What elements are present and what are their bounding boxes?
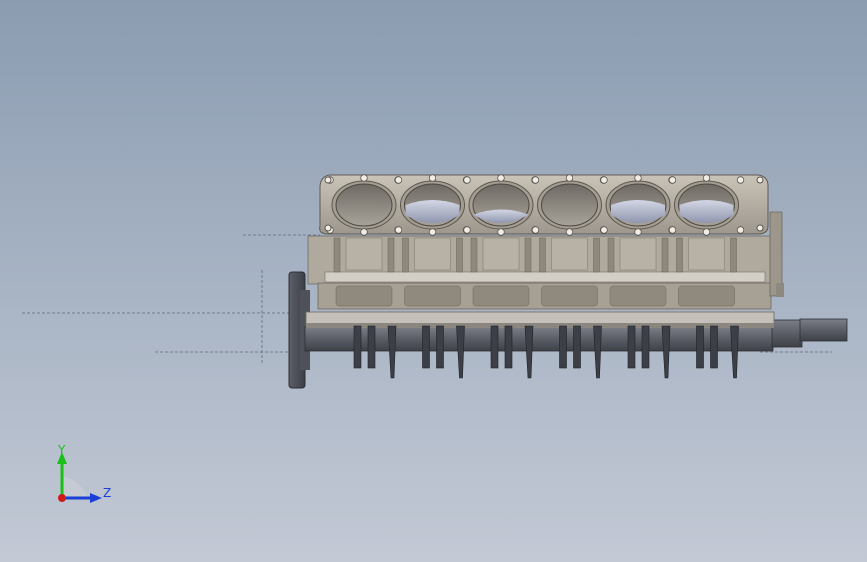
bolt-hole [497, 228, 505, 236]
bolt-hole [668, 226, 677, 234]
counterweight [730, 325, 739, 379]
cylinder-wall [688, 237, 725, 271]
bolt-hole [428, 174, 437, 182]
x-axis-icon [58, 494, 66, 502]
xy-plane-icon [62, 476, 88, 500]
crankcase-bay [335, 285, 393, 307]
bolt-hole [360, 174, 368, 182]
block-rib [470, 237, 478, 273]
bolt-hole [756, 176, 764, 184]
cylinder-wall [414, 237, 451, 271]
bolt-hole [531, 176, 540, 184]
block-rib [607, 237, 615, 273]
bolt-hole [634, 228, 642, 236]
orientation-triad: Y Z [57, 443, 111, 503]
y-axis-label: Y [57, 443, 66, 457]
z-axis-label: Z [103, 486, 111, 500]
crankcase-bay [541, 285, 598, 307]
engine-block-model[interactable] [0, 0, 867, 562]
block-rib [402, 237, 409, 273]
rod-web [710, 325, 718, 369]
block-rib [387, 237, 395, 273]
bolt-hole [463, 176, 471, 184]
bolt-hole [736, 176, 745, 184]
cylinder-wall [551, 237, 588, 271]
block-rib [539, 237, 546, 273]
bolt-hole [736, 226, 745, 234]
bolt-hole [324, 224, 332, 232]
block-rib [730, 237, 737, 273]
rod-web [573, 325, 581, 369]
counterweight [593, 325, 602, 379]
rod-web [353, 325, 362, 369]
rod-web [367, 325, 376, 369]
crankcase-bay [609, 285, 667, 307]
3d-viewport[interactable]: Y Z [0, 0, 867, 562]
bolt-hole [600, 226, 608, 234]
block-rib [456, 237, 463, 273]
cylinder-bore [541, 183, 598, 227]
bolt-hole [565, 228, 574, 236]
counterweight [524, 325, 534, 379]
bolt-hole [702, 174, 711, 182]
bolt-hole [324, 176, 332, 184]
bolt-hole [756, 224, 764, 232]
bolt-hole [600, 176, 608, 184]
rod-web [504, 325, 513, 369]
block-rib [676, 237, 683, 273]
bolt-hole [668, 176, 677, 184]
crankcase-bay [678, 285, 735, 307]
rod-web [490, 325, 499, 369]
bolt-hole [634, 174, 642, 182]
bolt-hole [428, 228, 437, 236]
rod-web [436, 325, 444, 369]
bolt-hole [565, 174, 574, 182]
counterweight [456, 325, 465, 379]
bolt-hole [360, 228, 368, 236]
counterweight [387, 325, 397, 379]
block-rib [333, 237, 341, 273]
rod-web [696, 325, 704, 369]
bolt-hole [497, 174, 505, 182]
bolt-hole [394, 226, 403, 234]
cylinder-wall [345, 237, 383, 271]
bolt-hole [394, 176, 403, 184]
block-rib [593, 237, 600, 273]
counterweight [661, 325, 671, 379]
bolt-hole [702, 228, 711, 236]
crankcase-bay [404, 285, 461, 307]
crankcase-bay [472, 285, 530, 307]
rod-web [422, 325, 430, 369]
rod-web [627, 325, 636, 369]
bolt-hole [531, 226, 540, 234]
block-rib [524, 237, 532, 273]
rod-web [559, 325, 567, 369]
cylinder-wall [482, 237, 520, 271]
bolt-hole [463, 226, 471, 234]
cylinder-wall [619, 237, 657, 271]
rod-web [641, 325, 650, 369]
block-rib [661, 237, 669, 273]
cylinder-bore [335, 183, 393, 227]
